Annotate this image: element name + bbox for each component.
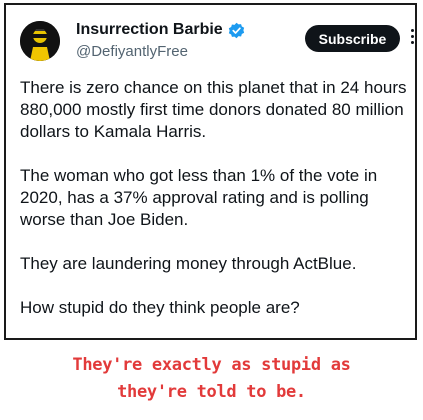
author-handle[interactable]: @DefiyantlyFree <box>76 43 188 60</box>
author-display-name[interactable]: Insurrection Barbie <box>76 21 223 39</box>
tweet-paragraph: The woman who got less than 1% of the vo… <box>20 166 378 229</box>
author-name-row: Insurrection Barbie <box>76 21 245 39</box>
avatar-icon[interactable] <box>20 21 60 61</box>
tweet-paragraph: How stupid do they think people are? <box>20 298 300 317</box>
tweet-text: There is zero chance on this planet that… <box>20 77 410 319</box>
caption-line-2: they're told to be. <box>117 382 306 402</box>
meme-caption: They're exactly as stupid as they're tol… <box>0 352 423 406</box>
verified-badge-icon <box>228 22 244 38</box>
subscribe-button[interactable]: Subscribe <box>305 25 400 52</box>
tweet-paragraph: They are laundering money through ActBlu… <box>20 254 357 273</box>
more-options-icon[interactable] <box>408 27 416 49</box>
tweet-paragraph: There is zero chance on this planet that… <box>20 78 407 141</box>
tweet-card: Insurrection Barbie @DefiyantlyFree Subs… <box>4 3 417 340</box>
caption-line-1: They're exactly as stupid as <box>72 355 351 375</box>
